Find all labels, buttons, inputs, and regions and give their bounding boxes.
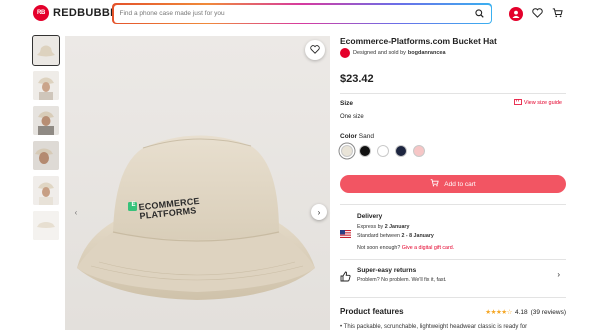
feature-bullet: • This packable, scrunchable, lightweigh…: [340, 324, 528, 330]
chevron-left-icon[interactable]: ‹: [70, 205, 82, 219]
chevron-right-icon: ›: [557, 270, 560, 279]
returns-title: Super-easy returns: [357, 267, 417, 274]
redbubble-logo[interactable]: RB REDBUBBLE: [33, 5, 125, 21]
size-guide-label: View size guide: [523, 100, 562, 106]
color-selected-name: Sand: [358, 133, 374, 140]
gift-card-link[interactable]: Give a digital gift card.: [402, 245, 454, 251]
gift-card-promo: Not soon enough? Give a digital gift car…: [357, 245, 454, 251]
rating-value: 4.18: [514, 308, 528, 316]
express-date: 2 January: [384, 224, 410, 230]
features-title: Product features: [340, 307, 404, 316]
swatch-pink[interactable]: [413, 145, 425, 157]
product-image: E ECOMMERCE PLATFORMS: [65, 36, 330, 330]
thumbnail-model-3[interactable]: [33, 141, 59, 170]
thumbnail-list: [32, 35, 60, 246]
color-label-text: Color: [340, 133, 357, 140]
site-header: RB REDBUBBLE: [0, 0, 600, 30]
delivery-section: Delivery Express by 2 January Standard b…: [340, 211, 566, 252]
swatch-black[interactable]: [359, 145, 371, 157]
thumbs-up-icon: [340, 269, 351, 287]
standard-delivery: Standard between 2 - 8 January: [357, 233, 434, 239]
thumbnail-model-2[interactable]: [33, 106, 59, 135]
product-title: Ecommerce-Platforms.com Bucket Hat: [340, 36, 497, 46]
size-guide-link[interactable]: View size guide: [513, 99, 562, 107]
product-price: $23.42: [340, 73, 374, 85]
delivery-title: Delivery: [357, 213, 383, 220]
standard-prefix: Standard between: [357, 233, 400, 239]
seller-info: Designed and sold by bogdanrancea: [340, 48, 446, 58]
add-to-cart-label: Add to cart: [444, 180, 476, 188]
add-to-cart-button[interactable]: Add to cart: [340, 175, 566, 193]
express-delivery: Express by 2 January: [357, 224, 409, 230]
star-rating-icon: ★★★★☆: [485, 309, 512, 316]
favorite-button[interactable]: [305, 40, 325, 60]
seller-avatar: [340, 48, 350, 58]
rating-summary[interactable]: ★★★★☆ 4.18 (39 reviews): [485, 308, 566, 317]
account-avatar-icon[interactable]: [509, 7, 523, 21]
cart-icon[interactable]: [552, 5, 563, 23]
review-count: (39 reviews): [530, 308, 566, 316]
returns-subtitle: Problem? No problem. We'll fix it, fast.: [357, 277, 447, 283]
heart-icon[interactable]: [532, 5, 543, 23]
chevron-right-icon[interactable]: ›: [311, 204, 327, 220]
cart-icon: [430, 179, 439, 189]
size-label: Size: [340, 100, 354, 107]
search-input[interactable]: [119, 10, 473, 17]
thumbnail-hat-flat[interactable]: [33, 211, 59, 240]
heart-outline-icon: [310, 41, 320, 59]
header-actions: [509, 5, 563, 23]
swatch-white[interactable]: [377, 145, 389, 157]
swatch-navy[interactable]: [395, 145, 407, 157]
color-swatches: [341, 145, 425, 157]
search-icon[interactable]: [473, 7, 487, 21]
divider: [340, 259, 566, 260]
search-bar: [112, 3, 492, 24]
standard-date: 2 - 8 January: [401, 233, 434, 239]
thumbnail-hat-front[interactable]: [32, 35, 60, 66]
express-prefix: Express by: [357, 224, 384, 230]
ruler-icon: [513, 99, 522, 107]
seller-name-link[interactable]: bogdanrancea: [408, 50, 446, 56]
thumbnail-model-4[interactable]: [33, 176, 59, 205]
hat-print-logo: E: [131, 202, 136, 208]
divider: [340, 204, 566, 205]
divider: [340, 93, 566, 94]
color-label: Color Sand: [340, 133, 374, 140]
seller-prefix: Designed and sold by: [353, 50, 406, 56]
divider: [340, 297, 566, 298]
logo-mark: RB: [33, 5, 49, 21]
size-value: One size: [340, 114, 364, 120]
search-inner: [113, 4, 491, 23]
feature-text: This packable, scrunchable, lightweight …: [343, 324, 528, 330]
not-soon-text: Not soon enough?: [357, 245, 401, 251]
us-flag-icon: [340, 225, 351, 243]
returns-section[interactable]: Super-easy returns Problem? No problem. …: [340, 264, 566, 292]
swatch-sand[interactable]: [341, 145, 353, 157]
thumbnail-model-1[interactable]: [33, 71, 59, 100]
